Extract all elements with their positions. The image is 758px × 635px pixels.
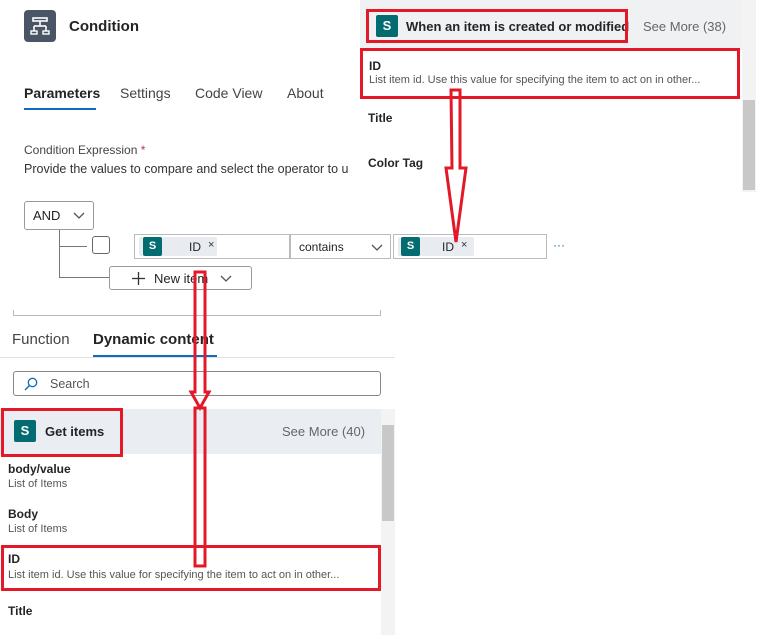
annotation-arrow-bottom-shaft: [193, 406, 207, 568]
annotation-arrows: [188, 88, 468, 568]
annotation-arrow-top: [444, 88, 468, 243]
annotation-arrow-bottom: [188, 270, 212, 412]
